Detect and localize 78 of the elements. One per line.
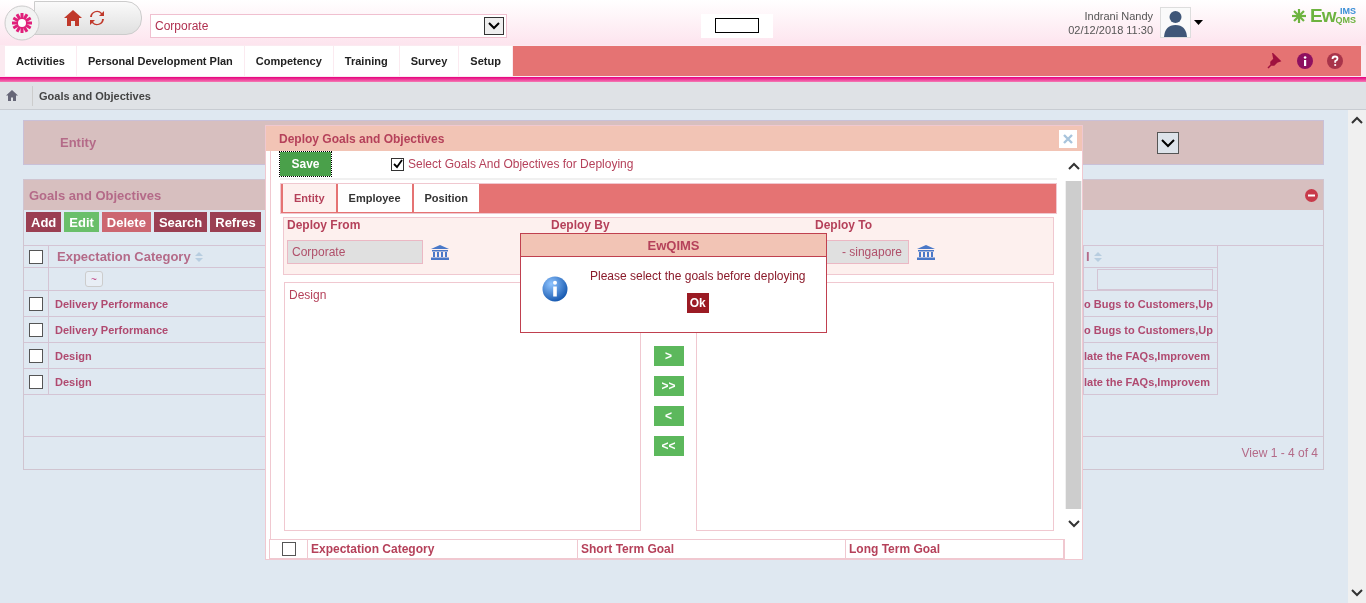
column-header[interactable]: Expectation Category [311,542,435,556]
checkbox[interactable] [29,249,43,264]
field-label: Deploy From [287,219,362,232]
help-icon[interactable] [1327,53,1343,69]
brand-subscript: QMS [1335,15,1356,25]
home-icon[interactable] [63,9,83,27]
tab[interactable]: Entity [283,184,336,212]
bank-icon[interactable] [431,244,449,260]
ok-button[interactable]: Ok [686,293,709,313]
scroll-down-icon[interactable] [1351,589,1363,597]
table-cell: o Bugs to Customers,Up [1084,297,1213,310]
field-label: Deploy By [551,219,611,232]
info-icon[interactable] [1297,53,1313,69]
avatar-icon[interactable] [1160,7,1192,38]
entity-select[interactable]: Corporate [150,13,507,38]
dialog-title: EwQIMS [647,237,700,253]
nav-tab[interactable]: Survey [399,46,459,76]
nav-tab[interactable]: Setup [459,46,512,76]
info-icon [542,276,568,302]
table-cell-text: Delivery Performance [54,323,169,336]
breadcrumb-item: Goals and Objectives [39,89,151,102]
date-time: 02/12/2018 11:30 [1068,22,1154,37]
scroll-down-icon[interactable] [1067,520,1080,528]
table-cell: late the FAQs,Improvem [1084,375,1210,388]
collapse-icon[interactable] [1305,188,1318,202]
toolbar-button[interactable]: Search [153,212,208,232]
column-header[interactable]: Short Term Goal [581,542,675,556]
nav-tab[interactable]: Activities [5,46,76,76]
alert-message: Please select the goals before deploying [590,269,806,283]
panel-title: Goals and Objectives [29,187,162,203]
checkbox[interactable] [29,348,43,363]
checkbox[interactable] [391,157,404,171]
brand-name: Ew [1310,4,1336,27]
scrollbar[interactable] [1065,151,1082,539]
dialog-title: Deploy Goals and Objectives [279,131,445,146]
table-cell-text: Design [54,375,92,388]
bank-icon[interactable] [917,244,935,260]
brand-superscript: IMS [1340,6,1356,16]
checkbox[interactable] [281,542,296,556]
dropdown-icon[interactable] [484,16,504,35]
scroll-up-icon[interactable] [1067,162,1080,170]
table-cell-text: Design [54,349,92,362]
toolbar-button[interactable]: Delete [101,212,151,232]
scrollbar[interactable] [1348,110,1366,603]
column-header[interactable]: Long Term Goal [849,542,941,556]
home-icon[interactable] [6,90,18,101]
save-button[interactable]: Save [280,152,331,176]
pager-text: View 1 - 4 of 4 [1241,446,1318,460]
scroll-up-icon[interactable] [1351,116,1363,124]
user-name: Indrani Nandy [1084,8,1154,23]
tab[interactable]: Employee [337,184,412,212]
pin-icon[interactable] [1267,53,1283,69]
entity-label: Entity [60,135,97,150]
tab[interactable]: Position [413,184,479,212]
nav-tab[interactable]: Competency [244,46,333,76]
nav-tab[interactable]: Personal Development Plan [76,46,244,76]
column-header[interactable]: Expectation Category [57,249,191,264]
logo-icon[interactable] [4,4,40,41]
checkbox[interactable] [29,374,43,389]
nav-tab[interactable]: Training [333,46,399,76]
filter-operator-button[interactable]: ~ [85,271,103,287]
dropdown-icon[interactable] [1157,131,1179,154]
input-field[interactable]: Corporate [287,240,423,264]
asterisk-icon [1291,7,1308,24]
checkbox[interactable] [29,322,43,337]
table-cell: late the FAQs,Improvem [1084,349,1210,362]
caret-icon[interactable] [1194,20,1204,25]
refresh-icon[interactable] [89,10,105,26]
toolbar-button[interactable]: Refres [210,212,261,232]
filter-field[interactable] [1097,268,1213,290]
column-header[interactable]: I [1086,249,1090,264]
checkbox-label: Select Goals And Objectives for Deploying [408,157,634,171]
table-cell: o Bugs to Customers,Up [1084,323,1213,336]
toolbar-button[interactable]: Add [26,212,62,232]
image-placeholder [701,13,773,38]
field-label: Deploy To [815,219,874,232]
checkbox[interactable] [29,296,43,311]
table-cell-text: Delivery Performance [54,297,169,310]
